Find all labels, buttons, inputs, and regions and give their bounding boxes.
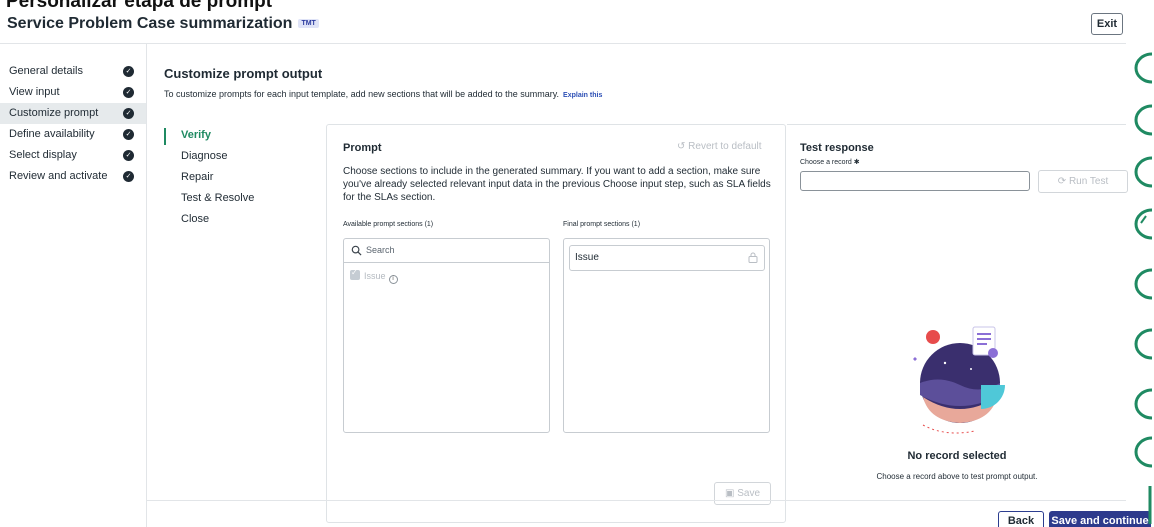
sidebar-item-label: Review and activate: [9, 170, 108, 182]
page-title-text: Service Problem Case summarization: [7, 15, 293, 32]
sidebar-item-view-input[interactable]: View input ✓: [0, 82, 146, 103]
watermark-decoration: [1134, 52, 1153, 524]
run-test-button[interactable]: ⟳ Run Test: [1038, 170, 1128, 193]
check-circle-icon: ✓: [123, 129, 134, 140]
sidebar-item-review-and-activate[interactable]: Review and activate ✓: [0, 166, 146, 187]
page-title: Service Problem Case summarization TMT: [7, 15, 319, 33]
back-button[interactable]: Back: [998, 511, 1044, 527]
tmt-badge: TMT: [298, 19, 319, 28]
app-header: Service Problem Case summarization TMT Ex…: [0, 9, 1126, 42]
check-circle-icon: ✓: [123, 87, 134, 98]
empty-state-title: No record selected: [907, 450, 1007, 462]
section-title: Customize prompt output: [164, 66, 323, 81]
lock-icon: [748, 252, 758, 263]
step-repair[interactable]: Repair: [181, 171, 213, 183]
choose-record-text: Choose a record: [800, 159, 852, 166]
active-step-indicator: [164, 128, 166, 145]
test-response-title: Test response: [800, 142, 874, 154]
available-section-item[interactable]: Issuei: [350, 268, 398, 284]
test-response-panel: Test response Choose a record ✱ ⟳ Run Te…: [787, 124, 1128, 523]
wizard-sidebar: General details ✓ View input ✓ Customize…: [0, 43, 147, 527]
checkbox-icon: [350, 268, 360, 280]
check-circle-icon: ✓: [123, 171, 134, 182]
run-test-icon: ⟳: [1057, 176, 1067, 187]
empty-state-subtitle: Choose a record above to test prompt out…: [876, 472, 1038, 481]
required-icon: ✱: [853, 159, 860, 166]
prompt-description: Choose sections to include in the genera…: [343, 166, 771, 203]
exit-button[interactable]: Exit: [1091, 13, 1123, 35]
final-sections-label: Final prompt sections (1): [563, 221, 641, 228]
save-label: Save: [737, 488, 761, 499]
available-section-label: Issue: [364, 271, 386, 281]
sidebar-item-label: General details: [9, 65, 83, 77]
step-diagnose[interactable]: Diagnose: [181, 150, 227, 162]
revert-to-default-button[interactable]: ↺ Revert to default: [677, 141, 762, 152]
sidebar-item-select-display[interactable]: Select display ✓: [0, 145, 146, 166]
check-circle-icon: ✓: [123, 66, 134, 77]
sidebar-item-define-availability[interactable]: Define availability ✓: [0, 124, 146, 145]
search-placeholder: Search: [366, 245, 395, 255]
check-circle-icon: ✓: [123, 108, 134, 119]
revert-icon: ↺: [677, 141, 686, 152]
section-description: To customize prompts for each input temp…: [164, 89, 602, 99]
search-input[interactable]: Search: [344, 239, 549, 263]
section-description-text: To customize prompts for each input temp…: [164, 89, 560, 99]
prompt-title: Prompt: [343, 142, 382, 154]
search-icon: [351, 245, 362, 256]
final-section-item[interactable]: Issue: [569, 245, 765, 271]
final-section-label: Issue: [575, 252, 599, 263]
prompt-card: Prompt ↺ Revert to default Choose sectio…: [326, 124, 786, 523]
info-icon: i: [388, 275, 398, 284]
sidebar-item-label: Define availability: [9, 128, 95, 140]
record-input[interactable]: [800, 171, 1030, 191]
sidebar-item-label: Customize prompt: [9, 107, 99, 119]
empty-state-illustration: [913, 326, 1005, 434]
available-sections-list: Search Issuei: [343, 238, 550, 433]
main-content: Customize prompt output To customize pro…: [147, 43, 1128, 523]
sidebar-item-label: Select display: [9, 149, 77, 161]
sidebar-item-customize-prompt[interactable]: Customize prompt ✓: [0, 103, 146, 124]
footer-bar: Back Save and continue: [147, 500, 1151, 527]
available-sections-label: Available prompt sections (1): [343, 221, 434, 228]
step-verify[interactable]: Verify: [181, 129, 211, 141]
step-close[interactable]: Close: [181, 213, 209, 225]
sidebar-item-general-details[interactable]: General details ✓: [0, 61, 146, 82]
sidebar-item-label: View input: [9, 86, 60, 98]
step-test-resolve[interactable]: Test & Resolve: [181, 192, 254, 204]
revert-label: Revert to default: [688, 141, 762, 152]
choose-record-label: Choose a record ✱: [800, 158, 860, 166]
check-circle-icon: ✓: [123, 150, 134, 161]
save-icon: ▣: [724, 488, 735, 499]
run-test-label: Run Test: [1068, 176, 1109, 187]
explain-link[interactable]: Explain this: [563, 92, 602, 99]
final-sections-list: Issue: [563, 238, 770, 433]
